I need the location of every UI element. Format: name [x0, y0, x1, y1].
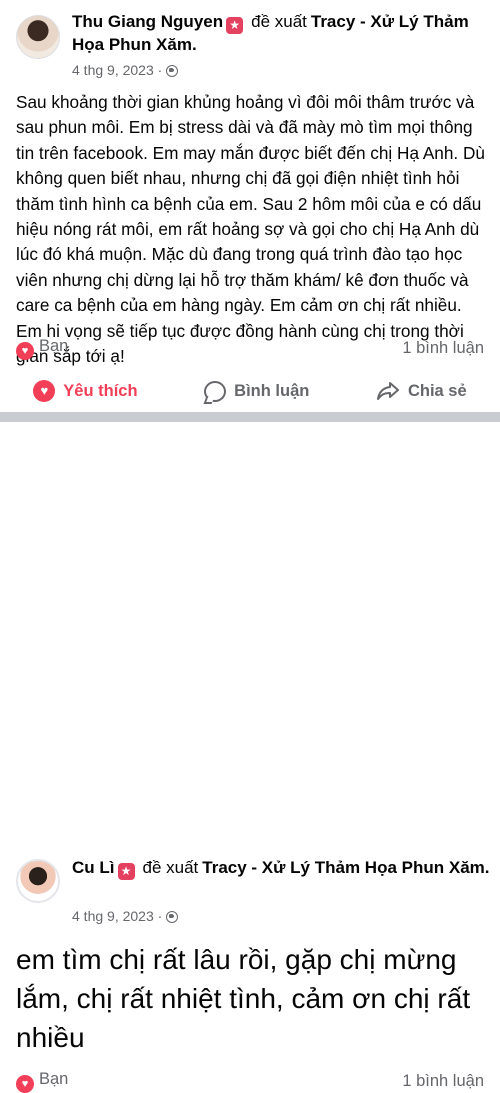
post-meta: 4 thg 9, 2023 · — [72, 907, 179, 925]
comment-button[interactable]: Bình luận — [204, 380, 310, 402]
like-button[interactable]: ♥ Yêu thích — [33, 380, 138, 402]
reactions[interactable]: ♥ Bạn — [16, 1070, 68, 1093]
globe-icon — [166, 911, 179, 923]
post-thu-giang: Thu Giang Nguyen ★ đề xuất Tracy - Xử Lý Th… — [0, 0, 500, 412]
share-button[interactable]: Chia sẻ — [376, 381, 467, 401]
post-header: Cu Lì ★ đề xuất Tracy - Xử Lý Thảm Họa Phun… — [72, 857, 490, 880]
author-name[interactable]: Cu Lì — [72, 858, 115, 877]
post-date[interactable]: 4 thg 9, 2023 · — [72, 908, 162, 924]
action-bar: ♥ Yêu thích Bình luận Chia sẻ — [0, 374, 500, 408]
post-text: em tìm chị rất lâu rồi, gặp chị mừng lắm… — [16, 944, 471, 1053]
recommend-verb: đề xuất — [142, 858, 199, 877]
author-name[interactable]: Thu Giang Nguyen — [72, 12, 223, 31]
page-name[interactable]: Tracy - Xử Lý Thảm Họa Phun Xăm. — [202, 858, 489, 877]
comment-bubble-icon — [204, 380, 227, 402]
share-arrow-icon — [376, 382, 399, 400]
reaction-label: Bạn — [39, 1070, 69, 1088]
comment-label: Bình luận — [234, 381, 310, 400]
heart-icon: ♥ — [33, 380, 56, 402]
reactions[interactable]: ♥ Bạn — [16, 337, 68, 360]
avatar[interactable] — [16, 15, 60, 59]
post-stats: ♥ Bạn 1 bình luận — [16, 1070, 484, 1093]
recommendation-star-icon: ★ — [226, 17, 244, 34]
share-label: Chia sẻ — [407, 381, 467, 400]
globe-icon — [166, 65, 179, 77]
reaction-label: Bạn — [39, 337, 69, 355]
comment-count[interactable]: 1 bình luận — [402, 339, 484, 358]
comment-count[interactable]: 1 bình luận — [402, 1072, 484, 1091]
post-text: Sau khoảng thời gian khủng hoảng vì đôi … — [16, 92, 485, 367]
heart-reaction-icon: ♥ — [16, 1075, 34, 1093]
avatar[interactable] — [16, 859, 60, 903]
post-divider — [0, 412, 500, 422]
recommendation-star-icon: ★ — [117, 863, 135, 880]
like-label: Yêu thích — [63, 381, 138, 400]
heart-reaction-icon: ♥ — [16, 342, 34, 360]
post-header: Thu Giang Nguyen ★ đề xuất Tracy - Xử Lý Th… — [72, 11, 490, 56]
post-date[interactable]: 4 thg 9, 2023 · — [72, 62, 162, 78]
post-stats: ♥ Bạn 1 bình luận — [16, 337, 484, 360]
post-meta: 4 thg 9, 2023 · — [72, 61, 179, 79]
recommend-verb: đề xuất — [251, 12, 307, 31]
